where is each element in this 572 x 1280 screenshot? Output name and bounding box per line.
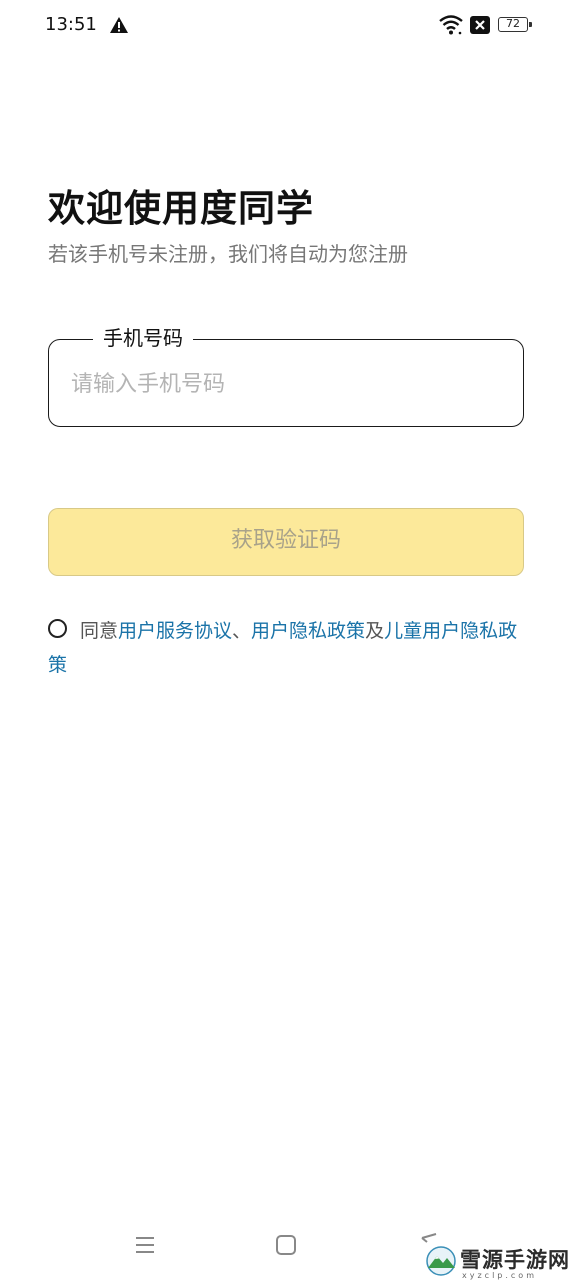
phone-input[interactable] xyxy=(71,364,491,404)
user-agreement-link[interactable]: 用户服务协议 xyxy=(118,620,232,642)
status-time: 13:51 xyxy=(45,14,97,35)
battery-icon: 72 xyxy=(498,17,532,32)
menu-icon[interactable] xyxy=(135,1234,155,1256)
privacy-policy-link[interactable]: 用户隐私政策 xyxy=(251,620,365,642)
wifi-icon xyxy=(439,15,463,35)
agreement-prefix: 同意 xyxy=(80,620,119,642)
phone-field[interactable]: 手机号码 xyxy=(48,324,524,427)
page-subtitle: 若该手机号未注册，我们将自动为您注册 xyxy=(48,242,408,266)
watermark-logo-icon xyxy=(426,1246,456,1276)
close-box-icon xyxy=(470,16,490,34)
agreement-text: 同意用户服务协议、用户隐私政策及儿童用户隐私政策 xyxy=(48,614,530,682)
page-title: 欢迎使用度同学 xyxy=(48,187,314,230)
agreement-conjunction: 及 xyxy=(365,620,385,642)
watermark-title: 雪源手游网 xyxy=(460,1247,570,1272)
status-bar: 13:51 72 xyxy=(0,0,572,52)
watermark: 雪源手游网 xyzclp.com xyxy=(420,1244,572,1280)
warning-icon xyxy=(110,17,128,33)
home-icon[interactable] xyxy=(276,1235,296,1255)
watermark-subtitle: xyzclp.com xyxy=(462,1271,537,1280)
get-code-button[interactable]: 获取验证码 xyxy=(48,508,524,576)
phone-field-label: 手机号码 xyxy=(93,324,193,352)
agreement-separator: 、 xyxy=(232,620,252,642)
